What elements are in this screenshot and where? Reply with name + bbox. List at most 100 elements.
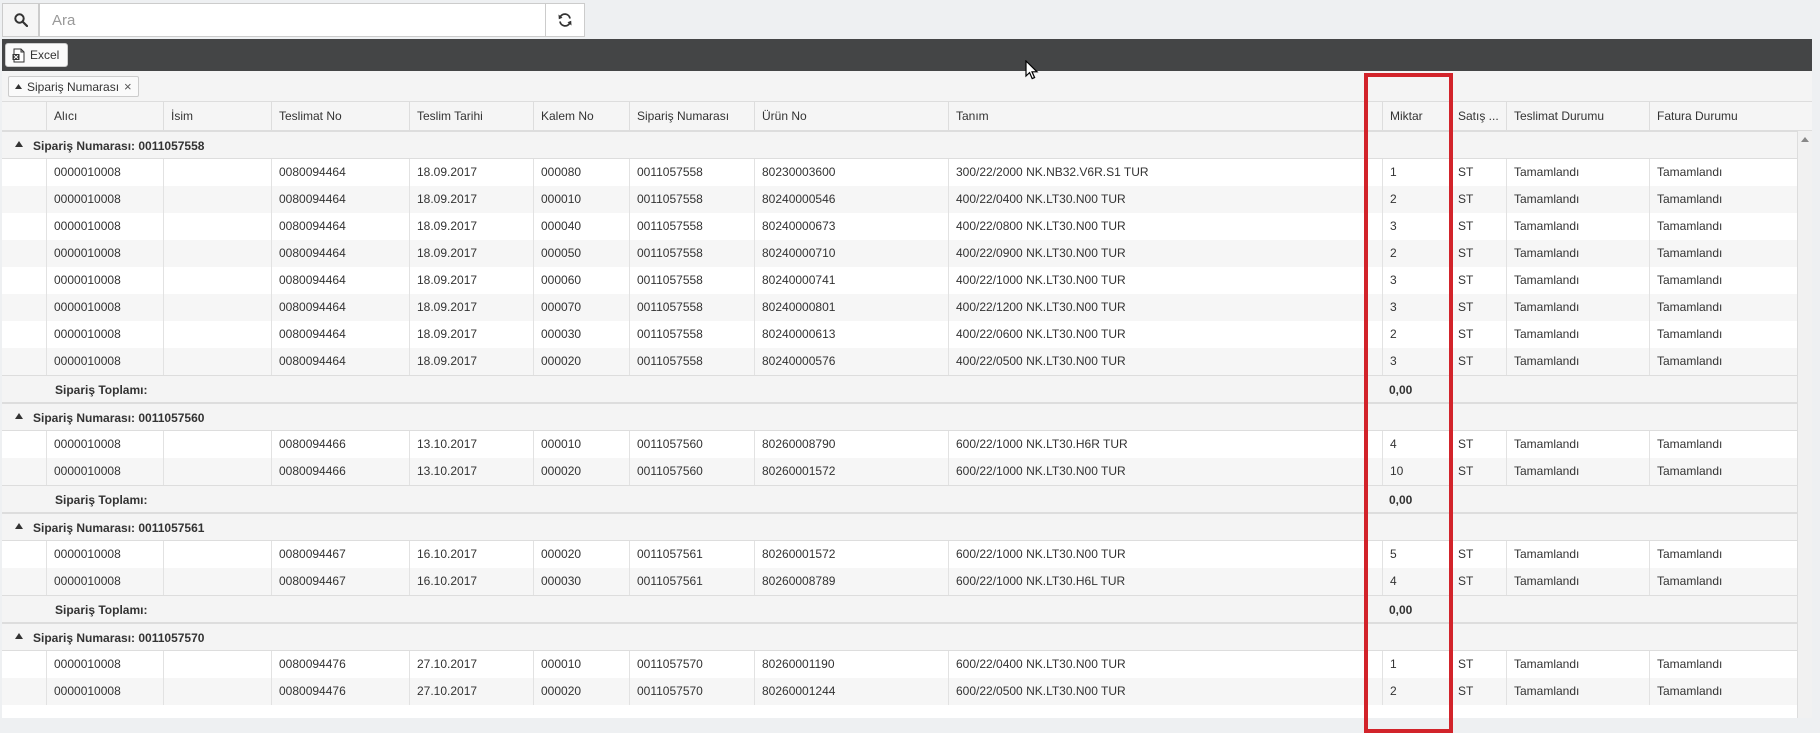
cell-teslimat-no: 0080094464 [271, 240, 409, 267]
table-row[interactable]: 0000010008 0080094464 18.09.2017 000060 0011… [2, 267, 1797, 294]
header-col-miktar[interactable]: Miktar [1382, 102, 1450, 130]
cell-kalem-no: 000040 [533, 213, 629, 240]
cell-kalem-no: 000030 [533, 321, 629, 348]
table-row[interactable]: 0000010008 0080094464 18.09.2017 000070 0011… [2, 294, 1797, 321]
cell-teslimat-durumu: Tamamlandı [1506, 321, 1649, 348]
cell-fatura-durumu: Tamamlandı [1649, 651, 1797, 678]
group-chip-siparis-numarasi[interactable]: Sipariş Numarası × [8, 76, 139, 97]
cell-alici: 0000010008 [46, 678, 163, 705]
header-col-urun-no[interactable]: Ürün No [754, 102, 948, 130]
group-rows: 0000010008 0080094466 13.10.2017 000010 0011… [2, 431, 1797, 485]
group-footer-label: Sipariş Toplamı: [55, 493, 148, 507]
scroll-up-arrow-icon[interactable] [1801, 137, 1809, 142]
cell-teslimat-durumu: Tamamlandı [1506, 267, 1649, 294]
cell-alici: 0000010008 [46, 348, 163, 375]
table-row[interactable]: 0000010008 0080094464 18.09.2017 000010 0011… [2, 186, 1797, 213]
group-row: Sipariş Numarası: 0011057560 [2, 403, 1797, 431]
group-row: Sipariş Numarası: 0011057558 [2, 131, 1797, 159]
cell-teslim-tarihi: 18.09.2017 [409, 267, 533, 294]
cell-kalem-no: 000030 [533, 568, 629, 595]
cell-teslimat-durumu: Tamamlandı [1506, 186, 1649, 213]
cell-teslimat-durumu: Tamamlandı [1506, 651, 1649, 678]
collapse-group-icon[interactable] [15, 633, 23, 639]
header-col-alici[interactable]: Alıcı [46, 102, 163, 130]
cell-miktar: 4 [1382, 431, 1450, 458]
table-row[interactable]: 0000010008 0080094464 18.09.2017 000080 0011… [2, 159, 1797, 186]
cell-kalem-no: 000080 [533, 159, 629, 186]
search-button[interactable] [2, 3, 39, 37]
table-row[interactable]: 0000010008 0080094464 18.09.2017 000050 0011… [2, 240, 1797, 267]
cell-isim [163, 678, 271, 705]
excel-export-button[interactable]: Excel [5, 43, 69, 67]
cell-teslimat-no: 0080094464 [271, 159, 409, 186]
table-row[interactable]: 0000010008 0080094467 16.10.2017 000020 0011… [2, 541, 1797, 568]
header-col-teslimat-durumu[interactable]: Teslimat Durumu [1506, 102, 1649, 130]
cell-teslim-tarihi: 16.10.2017 [409, 568, 533, 595]
header-col-teslim-tarihi[interactable]: Teslim Tarihi [409, 102, 533, 130]
cell-isim [163, 240, 271, 267]
cell-teslimat-durumu: Tamamlandı [1506, 159, 1649, 186]
table-row[interactable]: 0000010008 0080094464 18.09.2017 000020 0011… [2, 348, 1797, 375]
header-col-fatura-durumu[interactable]: Fatura Durumu [1649, 102, 1797, 130]
group-footer-row: Sipariş Toplamı: 0,00 [2, 595, 1797, 623]
cell-fatura-durumu: Tamamlandı [1649, 267, 1797, 294]
cell-isim [163, 159, 271, 186]
table-row[interactable]: 0000010008 0080094476 27.10.2017 000020 0011… [2, 678, 1797, 705]
cell-teslimat-durumu: Tamamlandı [1506, 294, 1649, 321]
cell-siparis-numarasi: 0011057560 [629, 458, 754, 485]
header-col-isim[interactable]: İsim [163, 102, 271, 130]
cell-miktar: 10 [1382, 458, 1450, 485]
cell-fatura-durumu: Tamamlandı [1649, 541, 1797, 568]
collapse-group-icon[interactable] [15, 141, 23, 147]
cell-teslim-tarihi: 18.09.2017 [409, 213, 533, 240]
cell-siparis-numarasi: 0011057561 [629, 541, 754, 568]
cell-urun-no: 80240000613 [754, 321, 948, 348]
cell-fatura-durumu: Tamamlandı [1649, 458, 1797, 485]
table-row[interactable]: 0000010008 0080094464 18.09.2017 000040 0011… [2, 213, 1797, 240]
header-col-teslimat-no[interactable]: Teslimat No [271, 102, 409, 130]
cell-isim [163, 651, 271, 678]
cell-siparis-numarasi: 0011057558 [629, 294, 754, 321]
header-col-satis[interactable]: Satış ... [1450, 102, 1506, 130]
table-row[interactable]: 0000010008 0080094467 16.10.2017 000030 0011… [2, 568, 1797, 595]
group-footer-total: 0,00 [1389, 603, 1413, 617]
cell-fatura-durumu: Tamamlandı [1649, 568, 1797, 595]
cell-alici: 0000010008 [46, 431, 163, 458]
cell-miktar: 3 [1382, 294, 1450, 321]
cell-satis: ST [1450, 321, 1506, 348]
cell-teslimat-durumu: Tamamlandı [1506, 431, 1649, 458]
search-input[interactable] [39, 3, 546, 37]
header-col-kalem-no[interactable]: Kalem No [533, 102, 629, 130]
cell-teslimat-durumu: Tamamlandı [1506, 458, 1649, 485]
cell-siparis-numarasi: 0011057558 [629, 348, 754, 375]
refresh-button[interactable] [545, 3, 585, 37]
vertical-scrollbar[interactable] [1797, 131, 1812, 718]
cell-satis: ST [1450, 348, 1506, 375]
close-icon[interactable]: × [124, 80, 132, 93]
cell-tanim: 400/22/1000 NK.LT30.N00 TUR [948, 267, 1382, 294]
cell-urun-no: 80260001572 [754, 458, 948, 485]
table-row[interactable]: 0000010008 0080094476 27.10.2017 000010 0011… [2, 651, 1797, 678]
cell-teslim-tarihi: 18.09.2017 [409, 321, 533, 348]
cell-tanim: 300/22/2000 NK.NB32.V6R.S1 TUR [948, 159, 1382, 186]
cell-tanim: 600/22/0400 NK.LT30.N00 TUR [948, 651, 1382, 678]
cell-teslimat-no: 0080094464 [271, 267, 409, 294]
cell-alici: 0000010008 [46, 651, 163, 678]
cell-siparis-numarasi: 0011057558 [629, 159, 754, 186]
table-row[interactable]: 0000010008 0080094466 13.10.2017 000010 0011… [2, 431, 1797, 458]
cell-miktar: 2 [1382, 240, 1450, 267]
cell-teslimat-durumu: Tamamlandı [1506, 568, 1649, 595]
table-row[interactable]: 0000010008 0080094464 18.09.2017 000030 0011… [2, 321, 1797, 348]
collapse-group-icon[interactable] [15, 413, 23, 419]
header-col-siparis-numarasi[interactable]: Sipariş Numarası [629, 102, 754, 130]
header-col-tanim[interactable]: Tanım [948, 102, 1382, 130]
cell-isim [163, 541, 271, 568]
cell-teslimat-no: 0080094466 [271, 431, 409, 458]
cell-siparis-numarasi: 0011057560 [629, 431, 754, 458]
cell-tanim: 600/22/1000 NK.LT30.H6L TUR [948, 568, 1382, 595]
cell-satis: ST [1450, 678, 1506, 705]
table-row[interactable]: 0000010008 0080094466 13.10.2017 000020 0011… [2, 458, 1797, 485]
collapse-group-icon[interactable] [15, 523, 23, 529]
cell-tanim: 400/22/0900 NK.LT30.N00 TUR [948, 240, 1382, 267]
cell-isim [163, 186, 271, 213]
